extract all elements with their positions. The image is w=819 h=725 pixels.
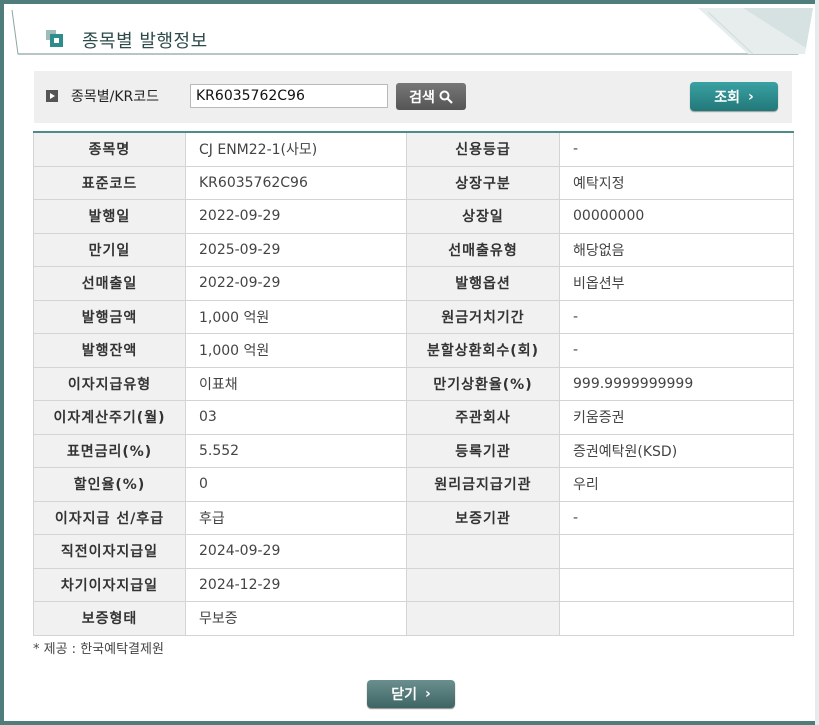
page-title: 종목별 발행정보 [82,31,208,52]
table-row: 직전이자지급일 2024-09-29 [33,534,794,569]
field-value: 우리 [559,467,794,502]
field-value: 2025-09-29 [185,232,407,267]
field-value: 2022-09-29 [185,199,407,234]
query-button[interactable]: 조회 › [690,82,778,111]
field-value: 증권예탁원(KSD) [559,433,794,468]
field-value [559,534,794,569]
field-label [406,567,560,602]
field-value: 해당없음 [559,232,794,267]
field-value: CJ ENM22-1(사모) [185,131,407,167]
field-value: 키움증권 [559,400,794,435]
field-label [406,601,560,636]
field-label: 표면금리(%) [33,433,186,468]
bullet-arrow-icon [46,90,58,102]
field-label: 선매출일 [33,266,186,301]
field-value: 2022-09-29 [185,266,407,301]
title-icon [46,30,63,47]
table-row: 표준코드 KR6035762C96 상장구분 예탁지정 [33,165,794,200]
table-row: 발행일 2022-09-29 상장일 00000000 [33,199,794,234]
field-label: 발행잔액 [33,333,186,368]
search-label: 종목별/KR코드 [71,89,160,105]
field-value: 예탁지정 [559,165,794,200]
field-label: 발행금액 [33,299,186,334]
table-row: 차기이자지급일 2024-12-29 [33,567,794,602]
chevron-right-icon: › [747,88,754,105]
field-value: - [559,500,794,535]
field-value: 후급 [185,500,407,535]
source-footnote: * 제공 : 한국예탁결제원 [33,642,164,657]
query-button-label: 조회 [714,89,740,106]
issue-info-table: 종목명 CJ ENM22-1(사모) 신용등급 - 표준코드 KR6035762C96 상장… [33,131,794,636]
table-row: 보증형태 무보증 [33,601,794,636]
table-row: 선매출일 2022-09-29 발행옵션 비옵션부 [33,266,794,301]
field-value: 999.9999999999 [559,366,794,401]
magnifier-icon [439,90,453,104]
field-value: 이표채 [185,366,407,401]
field-label: 보증기관 [406,500,560,535]
table-row: 종목명 CJ ENM22-1(사모) 신용등급 - [33,131,794,167]
table-row: 이자계산주기(월) 03 주관회사 키움증권 [33,400,794,435]
field-label [406,534,560,569]
popup-window: 종목별 발행정보 종목별/KR코드 검색 조회 › 종목명CJ ENM22-1(… [0,0,819,725]
field-label: 상장일 [406,199,560,234]
field-label: 발행옵션 [406,266,560,301]
field-label: 직전이자지급일 [33,534,186,569]
field-label: 이자지급 선/후급 [33,500,186,535]
field-label: 보증형태 [33,601,186,636]
table-row: 할인율(%) 0 원리금지급기관 우리 [33,467,794,502]
table-row: 이자지급 선/후급 후급 보증기관 - [33,500,794,535]
field-label: 분할상환회수(회) [406,333,560,368]
close-button-label: 닫기 [391,687,417,703]
field-value: - [559,333,794,368]
field-value: KR6035762C96 [185,165,407,200]
field-label: 종목명 [33,131,186,167]
background-strip [815,0,819,725]
field-label: 선매출유형 [406,232,560,267]
field-value: 1,000 억원 [185,333,407,368]
search-bar: 종목별/KR코드 검색 조회 › [34,71,792,123]
field-label: 원리금지급기관 [406,467,560,502]
field-label: 신용등급 [406,131,560,167]
chevron-right-icon: › [424,686,431,702]
table-row: 발행잔액 1,000 억원 분할상환회수(회) - [33,333,794,368]
popup-header: 종목별 발행정보 [8,8,813,58]
field-label: 원금거치기간 [406,299,560,334]
field-value: - [559,131,794,167]
field-label: 이자지급유형 [33,366,186,401]
field-value: 2024-12-29 [185,567,407,602]
field-value [559,567,794,602]
field-label: 차기이자지급일 [33,567,186,602]
field-label: 할인율(%) [33,467,186,502]
field-value: 무보증 [185,601,407,636]
field-label: 등록기관 [406,433,560,468]
code-search-input[interactable] [190,84,388,108]
field-label: 만기상환율(%) [406,366,560,401]
table-row: 표면금리(%) 5.552 등록기관 증권예탁원(KSD) [33,433,794,468]
table-row: 만기일 2025-09-29 선매출유형 해당없음 [33,232,794,267]
close-button[interactable]: 닫기 › [367,680,455,708]
field-label: 만기일 [33,232,186,267]
field-value: 00000000 [559,199,794,234]
field-value: 03 [185,400,407,435]
field-label: 주관회사 [406,400,560,435]
field-value: 비옵션부 [559,266,794,301]
table-row: 발행금액 1,000 억원 원금거치기간 - [33,299,794,334]
field-value: 2024-09-29 [185,534,407,569]
field-value: 5.552 [185,433,407,468]
field-value [559,601,794,636]
field-label: 이자계산주기(월) [33,400,186,435]
search-button-label: 검색 [409,89,435,106]
field-label: 표준코드 [33,165,186,200]
search-button[interactable]: 검색 [396,83,466,110]
field-value: - [559,299,794,334]
field-value: 0 [185,467,407,502]
field-label: 상장구분 [406,165,560,200]
field-label: 발행일 [33,199,186,234]
field-value: 1,000 억원 [185,299,407,334]
table-row: 이자지급유형 이표채 만기상환율(%) 999.9999999999 [33,366,794,401]
